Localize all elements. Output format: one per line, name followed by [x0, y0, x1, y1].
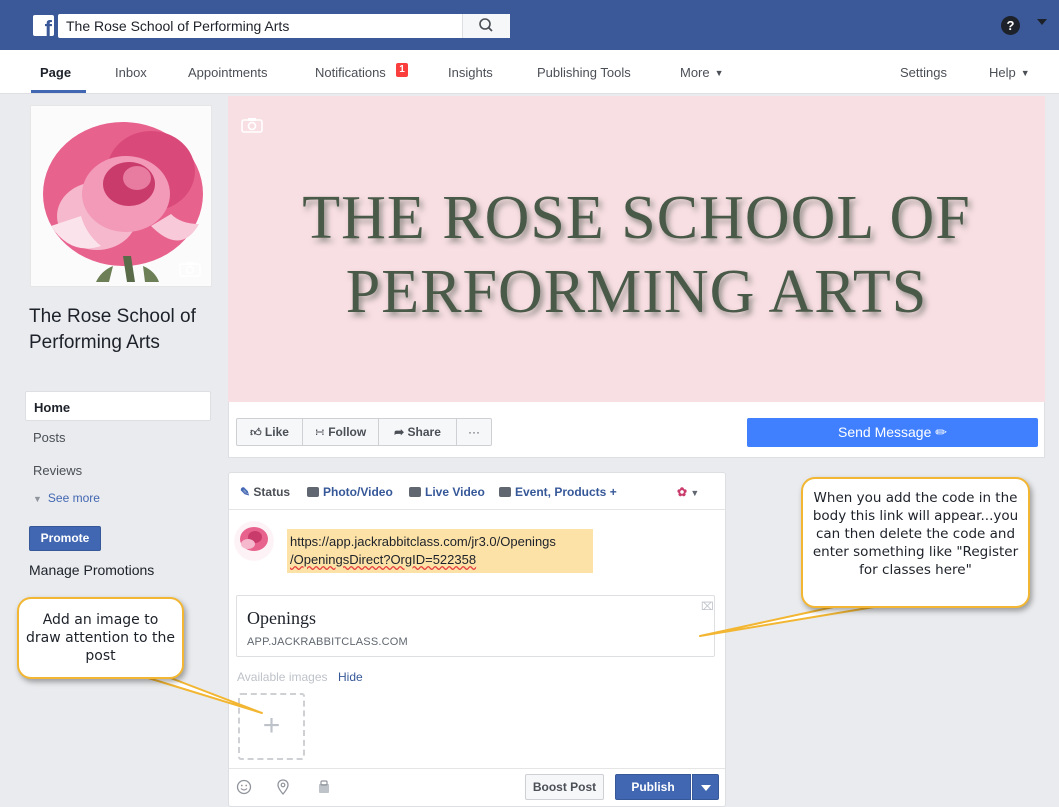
tab-page[interactable]: Page — [40, 65, 71, 80]
post-composer: ✎ Status Photo/Video Live Video Event, P… — [228, 472, 726, 807]
profile-picture[interactable] — [30, 105, 212, 287]
location-pin-icon[interactable] — [276, 779, 290, 795]
search-box — [58, 14, 510, 38]
thumbs-up-icon: 👍︎ — [250, 427, 262, 439]
tab-more-label: More — [680, 65, 710, 80]
page-action-bar: 👍︎ Like ∺ Follow ➦ Share ··· Send Messag… — [228, 402, 1045, 458]
tab-publishing-tools[interactable]: Publishing Tools — [537, 65, 631, 80]
callout-link-info: When you add the code in the body this l… — [801, 477, 1030, 608]
publish-options-button[interactable] — [692, 774, 719, 800]
link-preview-domain: APP.JACKRABBITCLASS.COM — [247, 636, 408, 648]
page-nav-bar: Page Inbox Appointments Notifications 1 … — [0, 50, 1059, 94]
hide-images-link[interactable]: Hide — [338, 670, 363, 684]
rose-avatar-icon: ✿ — [677, 485, 688, 499]
event-icon — [499, 487, 511, 497]
tab-photo-video-label: Photo/Video — [323, 485, 393, 499]
cover-title-line-1: THE ROSE SCHOOL OF — [302, 184, 971, 252]
close-icon[interactable]: ⌧ — [701, 600, 714, 613]
tab-status[interactable]: ✎ Status — [240, 485, 290, 499]
search-button[interactable] — [462, 14, 510, 38]
post-as-avatar-selector[interactable]: ✿ ▼ — [677, 485, 699, 499]
manage-promotions-link[interactable]: Manage Promotions — [29, 562, 154, 578]
tab-insights[interactable]: Insights — [448, 65, 493, 80]
search-icon — [479, 18, 493, 32]
post-text-line-1: https://app.jackrabbitclass.com/jr3.0/Op… — [290, 534, 556, 549]
callout-add-image: Add an image to draw attention to the po… — [17, 597, 184, 679]
caret-down-icon: ▼ — [714, 68, 724, 78]
tab-help-label: Help — [989, 65, 1016, 80]
follow-label: Follow — [328, 425, 367, 439]
camera-icon[interactable] — [241, 117, 263, 133]
link-preview-title: Openings — [247, 608, 316, 628]
boost-post-button[interactable]: Boost Post — [525, 774, 604, 800]
cover-photo[interactable]: THE ROSE SCHOOL OF PERFORMING ARTS — [228, 96, 1045, 402]
add-image-button[interactable]: + — [238, 693, 305, 760]
tab-event-products-label: Event, Products + — [515, 485, 617, 499]
tab-help[interactable]: Help ▼ — [989, 65, 1030, 80]
search-input[interactable] — [58, 14, 462, 38]
link-preview-card[interactable]: Openings APP.JACKRABBITCLASS.COM ⌧ — [236, 595, 715, 657]
tab-live-video[interactable]: Live Video — [409, 485, 485, 499]
chevron-down-icon — [701, 785, 711, 791]
tab-photo-video[interactable]: Photo/Video — [307, 485, 393, 499]
like-label: Like — [264, 425, 289, 439]
see-more-label: See more — [47, 491, 100, 505]
tab-live-video-label: Live Video — [425, 485, 485, 499]
tab-more[interactable]: More ▼ — [680, 65, 724, 80]
share-arrow-icon: ➦ — [394, 425, 405, 439]
share-label: Share — [407, 425, 441, 439]
see-more-link[interactable]: ▼ See more — [33, 491, 100, 505]
plus-icon: + — [262, 709, 281, 742]
more-actions-button[interactable]: ··· — [457, 419, 491, 445]
action-button-group: 👍︎ Like ∺ Follow ➦ Share ··· — [236, 418, 492, 446]
caret-down-icon: ▼ — [1020, 68, 1030, 78]
facebook-logo-letter: f — [44, 16, 52, 37]
active-tab-indicator — [31, 90, 86, 93]
cover-title: THE ROSE SCHOOL OF PERFORMING ARTS — [228, 181, 1045, 329]
emoji-icon[interactable] — [236, 779, 252, 795]
tab-inbox[interactable]: Inbox — [115, 65, 147, 80]
tab-event-products[interactable]: Event, Products + — [499, 485, 617, 499]
tab-notifications[interactable]: Notifications — [315, 65, 386, 80]
publish-button[interactable]: Publish — [615, 774, 691, 800]
follow-button[interactable]: ∺ Follow — [303, 419, 379, 445]
tab-appointments[interactable]: Appointments — [188, 65, 268, 80]
notifications-badge: 1 — [396, 63, 408, 77]
tab-status-label: Status — [253, 485, 291, 499]
pencil-icon: ✏︎ — [935, 424, 948, 440]
send-message-label: Send Message — [837, 424, 932, 440]
avatar — [234, 521, 274, 561]
help-icon[interactable]: ? — [1001, 16, 1020, 35]
like-button[interactable]: 👍︎ Like — [237, 419, 303, 445]
chevron-down-icon[interactable] — [1037, 19, 1047, 25]
video-camera-icon — [409, 487, 421, 497]
sidebar-item-reviews[interactable]: Reviews — [33, 463, 82, 478]
tab-settings[interactable]: Settings — [900, 65, 947, 80]
top-bar: f ? — [0, 0, 1059, 50]
sidebar-item-posts[interactable]: Posts — [33, 430, 66, 445]
share-button[interactable]: ➦ Share — [379, 419, 457, 445]
rss-icon: ∺ — [314, 425, 325, 439]
available-images-label: Available images — [237, 670, 328, 684]
rose-image — [234, 521, 274, 561]
pencil-icon: ✎ — [240, 485, 251, 499]
page-name[interactable]: The Rose School of Performing Arts — [29, 304, 219, 356]
camera-icon[interactable] — [179, 261, 201, 277]
cover-title-line-2: PERFORMING ARTS — [345, 258, 928, 326]
chevron-down-icon: ▼ — [690, 488, 700, 498]
facebook-logo[interactable]: f — [33, 15, 54, 36]
triangle-down-icon: ▼ — [33, 494, 42, 504]
composer-footer: Boost Post Publish — [229, 768, 725, 806]
sidebar-item-home[interactable]: Home — [25, 391, 211, 421]
promote-button[interactable]: Promote — [29, 526, 101, 551]
photo-icon — [307, 487, 319, 497]
rose-image — [43, 122, 203, 282]
send-message-button[interactable]: Send Message ✏︎ — [747, 418, 1038, 447]
post-text-line-2: /OpeningsDirect?OrgID=522358 — [290, 552, 477, 567]
post-text-input[interactable]: https://app.jackrabbitclass.com/jr3.0/Op… — [287, 529, 593, 573]
cart-icon[interactable] — [316, 779, 332, 795]
composer-tabs: ✎ Status Photo/Video Live Video Event, P… — [229, 473, 725, 510]
